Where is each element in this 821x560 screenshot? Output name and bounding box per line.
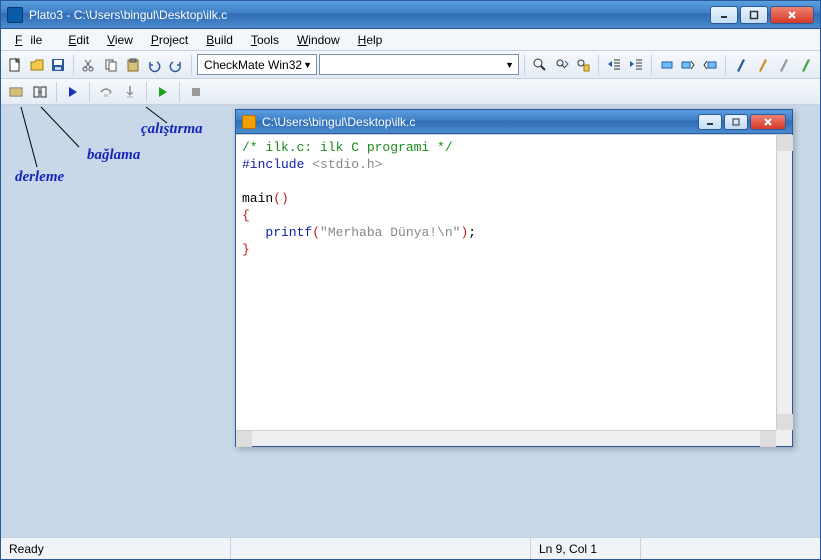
titlebar[interactable]: Plato3 - C:\Users\bingul\Desktop\ilk.c [1, 1, 820, 29]
indent-button[interactable] [626, 54, 646, 76]
bookmark-prev-button[interactable] [700, 54, 720, 76]
menu-help[interactable]: Help [350, 31, 391, 49]
link-button[interactable] [29, 81, 51, 103]
step-into-button[interactable] [119, 81, 141, 103]
close-button[interactable] [770, 6, 814, 24]
find-button[interactable] [530, 54, 550, 76]
copy-button[interactable] [101, 54, 121, 76]
code-editor[interactable]: /* ilk.c: ilk C programi */ #include <st… [236, 135, 792, 446]
editor-maximize-button[interactable] [724, 114, 748, 130]
redo-button[interactable] [166, 54, 186, 76]
editor-window: C:\Users\bingul\Desktop\ilk.c /* ilk.c: … [235, 109, 793, 447]
main-window: Plato3 - C:\Users\bingul\Desktop\ilk.c F… [0, 0, 821, 560]
editor-title: C:\Users\bingul\Desktop\ilk.c [262, 115, 415, 129]
annotation-compile: derleme [15, 169, 64, 186]
vertical-scrollbar[interactable] [776, 135, 792, 430]
chevron-down-icon: ▼ [303, 60, 312, 70]
marker2-button[interactable] [753, 54, 773, 76]
menu-build[interactable]: Build [198, 31, 241, 49]
marker3-button[interactable] [774, 54, 794, 76]
toolbar-main: CheckMate Win32 ▼ ▼ [1, 51, 820, 79]
editor-area: /* ilk.c: ilk C programi */ #include <st… [236, 134, 792, 446]
horizontal-scrollbar[interactable] [236, 430, 776, 446]
status-ready: Ready [1, 538, 231, 559]
status-spacer [641, 538, 820, 559]
new-file-button[interactable] [5, 54, 25, 76]
outdent-button[interactable] [604, 54, 624, 76]
annotation-link: bağlama [87, 147, 140, 164]
menu-project[interactable]: Project [143, 31, 196, 49]
toolbar-build [1, 79, 820, 105]
editor-minimize-button[interactable] [698, 114, 722, 130]
paste-button[interactable] [123, 54, 143, 76]
status-empty [231, 538, 531, 559]
app-icon [7, 7, 23, 23]
editor-close-button[interactable] [750, 114, 786, 130]
bookmark-button[interactable] [657, 54, 677, 76]
chevron-down-icon: ▼ [505, 60, 514, 70]
step-over-button[interactable] [95, 81, 117, 103]
annotation-lines [1, 105, 241, 225]
undo-button[interactable] [145, 54, 165, 76]
status-position: Ln 9, Col 1 [531, 538, 641, 559]
menu-file[interactable]: File [7, 31, 58, 49]
find-in-files-button[interactable] [573, 54, 593, 76]
editor-titlebar[interactable]: C:\Users\bingul\Desktop\ilk.c [236, 110, 792, 134]
marker1-button[interactable] [731, 54, 751, 76]
statusbar: Ready Ln 9, Col 1 [1, 537, 820, 559]
menubar: File Edit View Project Build Tools Windo… [1, 29, 820, 51]
open-file-button[interactable] [27, 54, 47, 76]
search-combo[interactable]: ▼ [319, 54, 519, 75]
bookmark-next-button[interactable] [678, 54, 698, 76]
menu-tools[interactable]: Tools [243, 31, 287, 49]
file-icon [242, 115, 256, 129]
maximize-button[interactable] [740, 6, 768, 24]
compile-button[interactable] [5, 81, 27, 103]
save-button[interactable] [49, 54, 69, 76]
menu-window[interactable]: Window [289, 31, 348, 49]
target-combo-label: CheckMate Win32 [204, 58, 302, 72]
marker4-button[interactable] [796, 54, 816, 76]
find-next-button[interactable] [552, 54, 572, 76]
menu-edit[interactable]: Edit [60, 31, 97, 49]
minimize-button[interactable] [710, 6, 738, 24]
resize-grip[interactable] [776, 430, 792, 446]
window-title: Plato3 - C:\Users\bingul\Desktop\ilk.c [29, 8, 227, 22]
target-combo[interactable]: CheckMate Win32 ▼ [197, 54, 317, 75]
mdi-client-area: çalıştırma bağlama derleme C:\Users\bing… [1, 105, 820, 537]
annotation-run: çalıştırma [141, 121, 203, 138]
run-button[interactable] [152, 81, 174, 103]
build-run-button[interactable] [62, 81, 84, 103]
stop-button[interactable] [185, 81, 207, 103]
cut-button[interactable] [79, 54, 99, 76]
menu-view[interactable]: View [99, 31, 141, 49]
